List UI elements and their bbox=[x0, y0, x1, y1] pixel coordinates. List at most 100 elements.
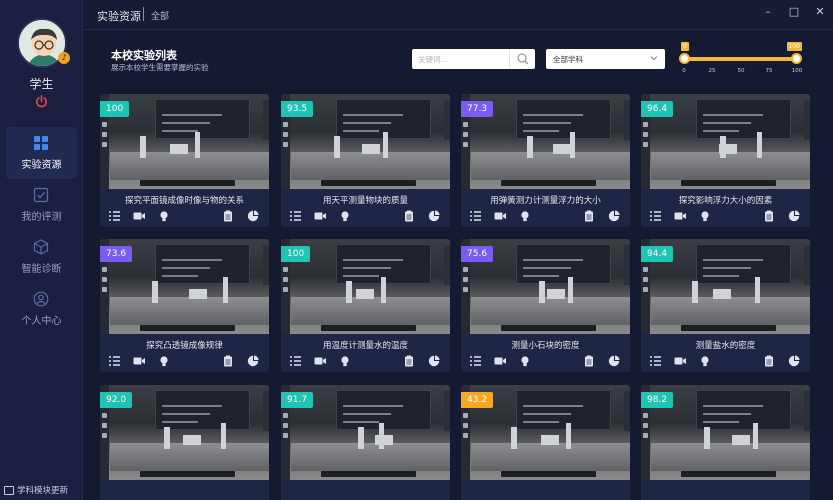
search-input[interactable] bbox=[418, 52, 508, 66]
list-icon[interactable] bbox=[289, 210, 301, 222]
thumbnail-bench bbox=[291, 297, 450, 325]
thumbnail-board bbox=[696, 390, 791, 430]
card-actions bbox=[281, 355, 450, 369]
pie-chart-icon[interactable] bbox=[428, 355, 440, 367]
bulb-icon[interactable] bbox=[519, 210, 531, 222]
experiment-card[interactable]: 98.2 bbox=[641, 385, 810, 500]
experiment-card[interactable]: 73.6 探究凸透镜成像规律 bbox=[100, 239, 269, 372]
list-icon[interactable] bbox=[469, 210, 481, 222]
experiment-card[interactable]: 91.7 bbox=[281, 385, 450, 500]
subject-select[interactable]: 全部学科 bbox=[546, 49, 665, 69]
pie-chart-icon[interactable] bbox=[788, 355, 800, 367]
experiment-card[interactable]: 96.4 探究影响浮力大小的因素 bbox=[641, 94, 810, 227]
range-handle-high[interactable] bbox=[791, 53, 802, 64]
bulb-icon[interactable] bbox=[699, 210, 711, 222]
experiment-title[interactable]: 探究影响浮力大小的因素 bbox=[641, 194, 810, 206]
experiment-card[interactable]: 93.5 用天平测量物块的质量 bbox=[281, 94, 450, 227]
breadcrumb-sub[interactable]: 全部 bbox=[151, 9, 169, 22]
bell-icon[interactable]: ♪ bbox=[58, 52, 70, 64]
list-icon[interactable] bbox=[108, 355, 120, 367]
pie-chart-icon[interactable] bbox=[247, 210, 259, 222]
thumbnail-board bbox=[696, 99, 791, 139]
thumbnail-board bbox=[696, 244, 791, 284]
pie-chart-icon[interactable] bbox=[247, 355, 259, 367]
score-badge: 92.0 bbox=[100, 392, 133, 408]
video-icon[interactable] bbox=[133, 210, 145, 222]
logout-icon[interactable] bbox=[35, 95, 48, 108]
video-icon[interactable] bbox=[674, 210, 686, 222]
nav-item-my-assessment[interactable]: 我的评测 bbox=[6, 179, 77, 231]
nav-item-experiment-resources[interactable]: 实验资源 bbox=[6, 127, 77, 179]
experiment-card[interactable]: 100 用温度计测量水的温度 bbox=[281, 239, 450, 372]
pie-chart-icon[interactable] bbox=[608, 355, 620, 367]
thumbnail-caption bbox=[321, 471, 416, 477]
experiment-card[interactable]: 75.6 测量小石块的密度 bbox=[461, 239, 630, 372]
bulb-icon[interactable] bbox=[158, 210, 170, 222]
bulb-icon[interactable] bbox=[339, 210, 351, 222]
experiment-card[interactable]: 43.2 bbox=[461, 385, 630, 500]
clipboard-icon[interactable] bbox=[583, 355, 595, 367]
list-icon[interactable] bbox=[469, 355, 481, 367]
clipboard-icon[interactable] bbox=[763, 355, 775, 367]
video-icon[interactable] bbox=[314, 355, 326, 367]
user-icon bbox=[33, 291, 49, 307]
clipboard-icon[interactable] bbox=[583, 210, 595, 222]
experiment-title[interactable]: 测量小石块的密度 bbox=[461, 339, 630, 351]
clipboard-icon[interactable] bbox=[763, 210, 775, 222]
score-badge: 93.5 bbox=[281, 101, 314, 117]
maximize-button[interactable]: □ bbox=[786, 4, 802, 20]
range-tick: 50 bbox=[737, 68, 745, 74]
score-range-slider[interactable]: 0 100 0 25 50 75 100 bbox=[679, 42, 802, 78]
list-icon[interactable] bbox=[289, 355, 301, 367]
clipboard-icon[interactable] bbox=[222, 210, 234, 222]
app-window: ♪ 学生 实验资源 我的评测 智能诊断 个人中心 学科模块更新 实验资源 全部 … bbox=[0, 0, 833, 500]
thumbnail-sidebar bbox=[804, 100, 810, 140]
video-icon[interactable] bbox=[494, 355, 506, 367]
experiment-card[interactable]: 77.3 用弹簧测力计测量浮力的大小 bbox=[461, 94, 630, 227]
experiment-card[interactable]: 94.4 测量盐水的密度 bbox=[641, 239, 810, 372]
pie-chart-icon[interactable] bbox=[428, 210, 440, 222]
score-badge: 43.2 bbox=[461, 392, 494, 408]
experiment-title[interactable]: 用温度计测量水的温度 bbox=[281, 339, 450, 351]
video-icon[interactable] bbox=[674, 355, 686, 367]
nav-item-smart-diagnosis[interactable]: 智能诊断 bbox=[6, 231, 77, 283]
bulb-icon[interactable] bbox=[339, 355, 351, 367]
footer-label: 学科模块更新 bbox=[17, 486, 69, 496]
video-icon[interactable] bbox=[133, 355, 145, 367]
video-icon[interactable] bbox=[494, 210, 506, 222]
thumbnail-caption bbox=[140, 325, 235, 331]
pie-chart-icon[interactable] bbox=[608, 210, 620, 222]
bulb-icon[interactable] bbox=[158, 355, 170, 367]
thumbnail-caption bbox=[681, 325, 776, 331]
experiment-card[interactable]: 92.0 bbox=[100, 385, 269, 500]
thumbnail-sidebar bbox=[444, 245, 450, 285]
experiment-title[interactable]: 用弹簧测力计测量浮力的大小 bbox=[461, 194, 630, 206]
card-actions bbox=[281, 210, 450, 224]
experiment-title[interactable]: 测量盐水的密度 bbox=[641, 339, 810, 351]
experiment-title[interactable]: 探究平面镜成像时像与物的关系 bbox=[100, 194, 269, 206]
list-icon[interactable] bbox=[649, 355, 661, 367]
thumbnail-sidebar bbox=[444, 100, 450, 140]
video-icon[interactable] bbox=[314, 210, 326, 222]
thumbnail-bench bbox=[110, 443, 269, 471]
bulb-icon[interactable] bbox=[699, 355, 711, 367]
experiment-title[interactable]: 探究凸透镜成像规律 bbox=[100, 339, 269, 351]
experiment-card[interactable]: 100 探究平面镜成像时像与物的关系 bbox=[100, 94, 269, 227]
range-tick: 25 bbox=[708, 68, 716, 74]
list-icon[interactable] bbox=[649, 210, 661, 222]
list-icon[interactable] bbox=[108, 210, 120, 222]
nav-item-personal-center[interactable]: 个人中心 bbox=[6, 283, 77, 335]
pie-chart-icon[interactable] bbox=[788, 210, 800, 222]
thumbnail-board bbox=[155, 390, 250, 430]
clipboard-icon[interactable] bbox=[403, 355, 415, 367]
clipboard-icon[interactable] bbox=[222, 355, 234, 367]
close-button[interactable]: ✕ bbox=[812, 4, 828, 20]
score-badge: 75.6 bbox=[461, 246, 494, 262]
search-button[interactable] bbox=[509, 49, 535, 69]
minimize-button[interactable]: – bbox=[760, 4, 776, 20]
experiment-title[interactable]: 用天平测量物块的质量 bbox=[281, 194, 450, 206]
subject-module-update-button[interactable]: 学科模块更新 bbox=[4, 484, 68, 496]
clipboard-icon[interactable] bbox=[403, 210, 415, 222]
range-handle-low[interactable] bbox=[679, 53, 690, 64]
bulb-icon[interactable] bbox=[519, 355, 531, 367]
